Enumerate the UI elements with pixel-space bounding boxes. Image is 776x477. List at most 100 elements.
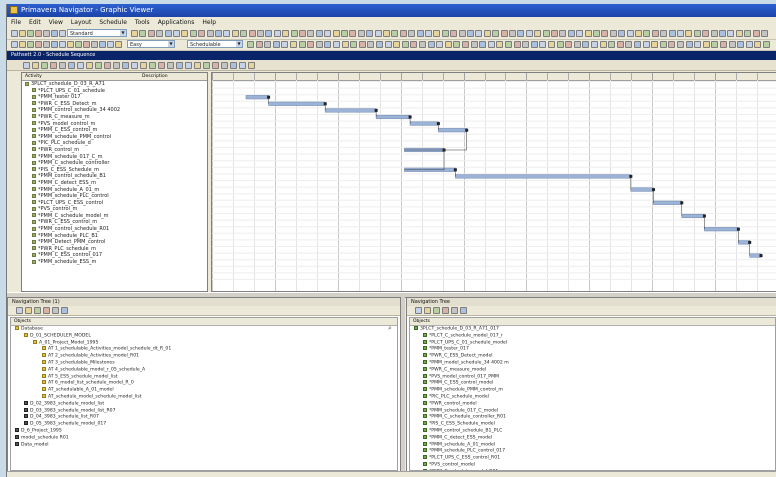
tree-node[interactable]: AT 5_ESS_schedule_model_list [11, 373, 397, 381]
toolbar-button[interactable] [274, 30, 281, 37]
tree-node[interactable]: *PMM_C_detect_ESS_model [410, 434, 775, 442]
menu-applications[interactable]: Applications [154, 17, 199, 28]
activity-row[interactable]: *PMM_C_schedule_model_m [22, 213, 207, 220]
toolbar-button[interactable] [479, 41, 486, 48]
layout-combo[interactable]: Schedulable ▼ [187, 40, 243, 48]
toolbar-button[interactable] [551, 30, 558, 37]
menu-layout[interactable]: Layout [67, 17, 95, 28]
toolbar-button[interactable] [763, 41, 770, 48]
toolbar-button[interactable] [467, 30, 474, 37]
toolbar-button[interactable] [27, 41, 34, 48]
toolbar-button[interactable] [565, 41, 572, 48]
tree-node[interactable]: D_6_Project_1995 [11, 427, 397, 435]
toolbar-button[interactable] [703, 41, 710, 48]
toolbar-button[interactable] [727, 30, 734, 37]
tree-node[interactable]: D_03_3983_schedule_model_list_R07 [11, 407, 397, 415]
toolbar-button[interactable] [436, 41, 443, 48]
toolbar-button[interactable] [156, 30, 163, 37]
tree-node[interactable]: *PMM_schedule_A_01_model [410, 441, 775, 449]
toolbar-button[interactable] [59, 41, 66, 48]
toolbar-button[interactable] [281, 41, 288, 48]
toolbar-button[interactable] [35, 41, 42, 48]
toolbar-button[interactable] [376, 41, 383, 48]
toolbar-button[interactable] [23, 62, 30, 69]
toolbar-button[interactable] [19, 41, 26, 48]
activity-tree[interactable]: Activity Description 3PLCT_schedule_D_03… [21, 72, 208, 292]
activity-row[interactable]: *PMM_control_schedule_B1 [22, 173, 207, 180]
toolbar-button[interactable] [652, 30, 659, 37]
tree-node[interactable]: AT 3_schedulable_Milestones [11, 359, 397, 367]
toolbar-button[interactable] [316, 30, 323, 37]
panel-left-tree[interactable]: Objects Database D_01_SCHEDULER_MODEL A_01… [10, 317, 398, 471]
toolbar-button[interactable] [333, 41, 340, 48]
toolbar-button[interactable] [221, 62, 228, 69]
menu-view[interactable]: View [45, 17, 67, 28]
toolbar-button[interactable] [660, 30, 667, 37]
toolbar-button[interactable] [190, 30, 197, 37]
toolbar-button[interactable] [509, 30, 516, 37]
toolbar-button[interactable] [548, 41, 555, 48]
menu-schedule[interactable]: Schedule [95, 17, 131, 28]
toolbar-button[interactable] [35, 30, 42, 37]
toolbar-button[interactable] [34, 307, 41, 314]
tree-node[interactable]: AT 4_schedulable_model_r_05_schedule_A [11, 366, 397, 374]
chevron-down-icon[interactable]: ▼ [236, 41, 242, 47]
toolbar-button[interactable] [131, 62, 138, 69]
activity-row[interactable]: *PIC_PLC_schedule_d [22, 140, 207, 147]
toolbar-button[interactable] [754, 41, 761, 48]
activity-row[interactable]: *PMM_schedule_PMM_control [22, 134, 207, 141]
toolbar-button[interactable] [410, 41, 417, 48]
tree-node[interactable]: D_01_SCHEDULER_MODEL [11, 332, 397, 340]
toolbar-button[interactable] [68, 62, 75, 69]
toolbar-button[interactable] [702, 30, 709, 37]
toolbar-button[interactable] [600, 41, 607, 48]
toolbar-button[interactable] [207, 30, 214, 37]
toolbar-button[interactable] [501, 30, 508, 37]
toolbar-button[interactable] [593, 30, 600, 37]
tree-node[interactable]: *PMM_tester_017 [410, 346, 775, 353]
toolbar-button[interactable] [257, 30, 264, 37]
tree-node[interactable]: *PMM_control_schedule_B1_PLC [410, 427, 775, 435]
tree-node[interactable]: Database [11, 326, 397, 333]
view-combo[interactable]: Standard ▼ [67, 29, 127, 37]
tree-node[interactable]: *PVS_model_control_017_PMM [410, 373, 775, 381]
toolbar-button[interactable] [248, 62, 255, 69]
activity-row[interactable]: *PMM_schedule_ESS_m [22, 259, 207, 266]
toolbar-button[interactable] [425, 30, 432, 37]
tree-node[interactable]: *PLCT_C_schedule_model_017_r [410, 332, 775, 340]
toolbar-button[interactable] [375, 30, 382, 37]
chevron-down-icon[interactable]: ▼ [120, 30, 126, 36]
toolbar-button[interactable] [16, 307, 23, 314]
toolbar-button[interactable] [450, 30, 457, 37]
toolbar-button[interactable] [316, 41, 323, 48]
toolbar-button[interactable] [643, 30, 650, 37]
toolbar-button[interactable] [75, 41, 82, 48]
toolbar-button[interactable] [67, 41, 74, 48]
toolbar-button[interactable] [400, 30, 407, 37]
activity-row[interactable]: *PMM_C_ESS_control_m [22, 127, 207, 134]
toolbar-button[interactable] [445, 41, 452, 48]
activity-row[interactable]: *PMM_schedule_PLC_control [22, 193, 207, 200]
filter-combo[interactable]: Easy ▼ [127, 40, 175, 48]
toolbar-button[interactable] [86, 62, 93, 69]
tree-node[interactable]: *PMM_schedule_PMM_control_m [410, 387, 775, 394]
tree-node[interactable]: D_05_3983_schedule_model_017 [11, 421, 397, 428]
toolbar-button[interactable] [417, 30, 424, 37]
toolbar-button[interactable] [526, 30, 533, 37]
toolbar-button[interactable] [104, 62, 111, 69]
activity-row[interactable]: *PMM_tester 017 [22, 94, 207, 101]
tree-node[interactable]: D_02_3983_schedule_model_list [11, 400, 397, 408]
toolbar-button[interactable] [393, 41, 400, 48]
gantt-chart[interactable]: ⌕ [211, 72, 776, 292]
toolbar-button[interactable] [711, 41, 718, 48]
activity-row[interactable]: *PMM_schedule_017_C_m [22, 154, 207, 161]
toolbar-button[interactable] [385, 41, 392, 48]
toolbar-button[interactable] [534, 30, 541, 37]
toolbar-button[interactable] [291, 30, 298, 37]
toolbar-button[interactable] [601, 30, 608, 37]
toolbar-button[interactable] [149, 62, 156, 69]
toolbar-button[interactable] [408, 30, 415, 37]
toolbar-button[interactable] [442, 307, 449, 314]
activity-row[interactable]: *PWR_PLC_schedule_m [22, 246, 207, 253]
toolbar-button[interactable] [610, 30, 617, 37]
